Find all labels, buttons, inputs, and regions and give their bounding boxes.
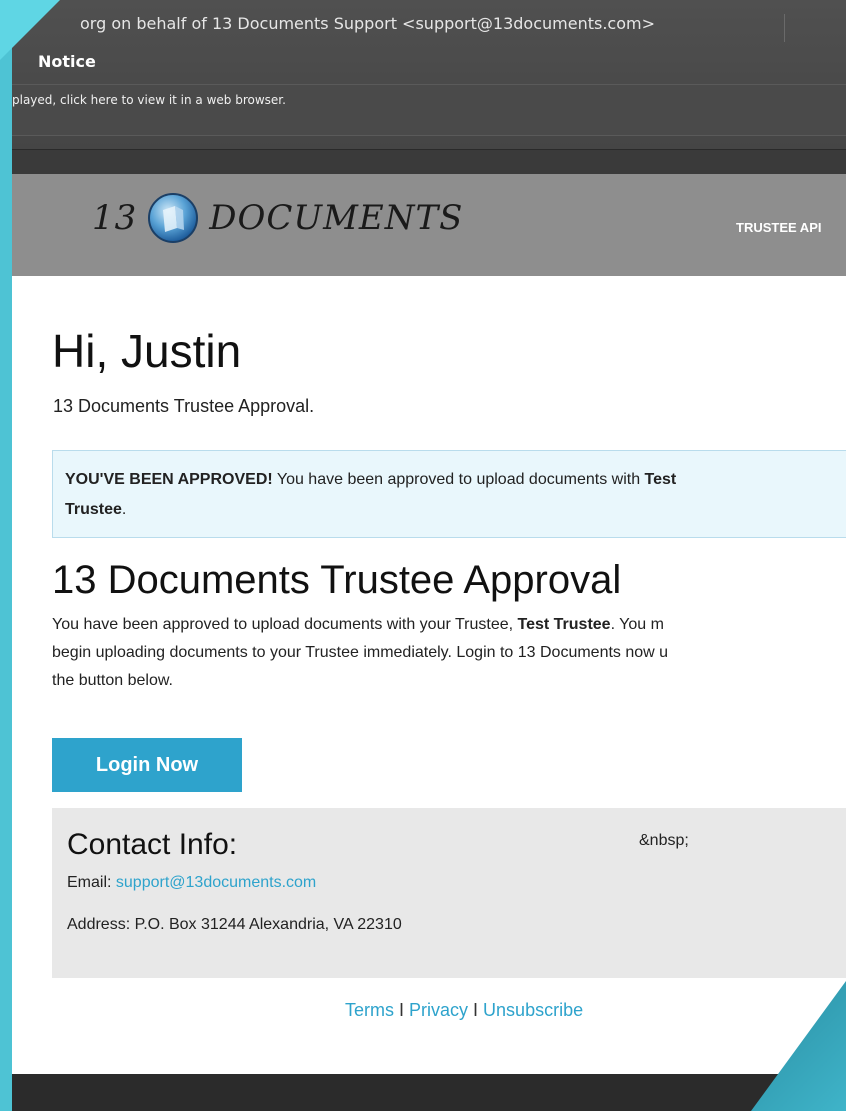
- body-line-1-suffix: . You m: [610, 616, 664, 633]
- logo-number: 13: [92, 198, 138, 238]
- email-label: Email:: [67, 874, 116, 891]
- support-email-link[interactable]: support@13documents.com: [116, 874, 316, 891]
- contact-address: Address: P.O. Box 31244 Alexandria, VA 2…: [67, 916, 402, 933]
- info-bar[interactable]: played, click here to view it in a web b…: [12, 84, 846, 136]
- footer-separator: I: [394, 1000, 410, 1020]
- alert-trustee-first: Test: [644, 471, 677, 488]
- header-divider: [784, 14, 785, 42]
- greeting-subtitle: 13 Documents Trustee Approval.: [53, 396, 315, 416]
- brand-banner: 13 DOCUMENTS TRUSTEE API: [12, 174, 846, 276]
- subject-line: Notice: [38, 52, 96, 71]
- greeting-title: Hi, Justin: [52, 325, 242, 377]
- brand-logo: 13 DOCUMENTS: [92, 192, 463, 244]
- info-bar-text[interactable]: played, click here to view it in a web b…: [12, 93, 286, 107]
- alert-text: You have been approved to upload documen…: [272, 471, 645, 488]
- contact-panel: Contact Info: &nbsp; Email: support@13do…: [52, 808, 846, 978]
- trustee-nav-link[interactable]: TRUSTEE API: [736, 220, 821, 235]
- body-trustee-name: Test Trustee: [517, 616, 611, 633]
- privacy-link[interactable]: Privacy: [409, 1000, 468, 1020]
- alert-tail: .: [121, 501, 127, 518]
- footer-separator: I: [468, 1000, 484, 1020]
- nbsp-artifact: &nbsp;: [639, 832, 689, 849]
- logo-wordmark: DOCUMENTS: [209, 198, 464, 238]
- body-line-1-prefix: You have been approved to upload documen…: [52, 616, 518, 633]
- alert-trustee-second: Trustee: [65, 501, 122, 518]
- contact-title: Contact Info:: [67, 828, 238, 861]
- approval-alert: YOU'VE BEEN APPROVED! You have been appr…: [52, 450, 846, 538]
- body-line-2: begin uploading documents to your Truste…: [52, 644, 669, 661]
- login-now-button[interactable]: Login Now: [52, 738, 242, 792]
- unsubscribe-link[interactable]: Unsubscribe: [483, 1000, 583, 1020]
- email-window: org on behalf of 13 Documents Support <s…: [12, 0, 846, 1111]
- alert-line-1: YOU'VE BEEN APPROVED! You have been appr…: [65, 471, 676, 489]
- contact-email-line: Email: support@13documents.com: [67, 874, 316, 892]
- window-bottom-bar: [12, 1074, 846, 1111]
- section-heading: 13 Documents Trustee Approval: [52, 558, 622, 602]
- sender-line[interactable]: org on behalf of 13 Documents Support <s…: [80, 14, 655, 33]
- body-line-1: You have been approved to upload documen…: [52, 616, 664, 634]
- body-line-3: the button below.: [52, 672, 173, 689]
- footer-links: Terms I Privacy I Unsubscribe: [345, 1000, 583, 1021]
- alert-headline: YOU'VE BEEN APPROVED!: [65, 471, 273, 488]
- terms-link[interactable]: Terms: [345, 1000, 394, 1020]
- pane-strip: [12, 150, 846, 174]
- message-header: org on behalf of 13 Documents Support <s…: [12, 0, 846, 150]
- email-body: 13 DOCUMENTS TRUSTEE API Hi, Justin 13 D…: [12, 174, 846, 1074]
- globe-logo-icon: [148, 193, 199, 243]
- alert-line-2: Trustee.: [65, 501, 126, 519]
